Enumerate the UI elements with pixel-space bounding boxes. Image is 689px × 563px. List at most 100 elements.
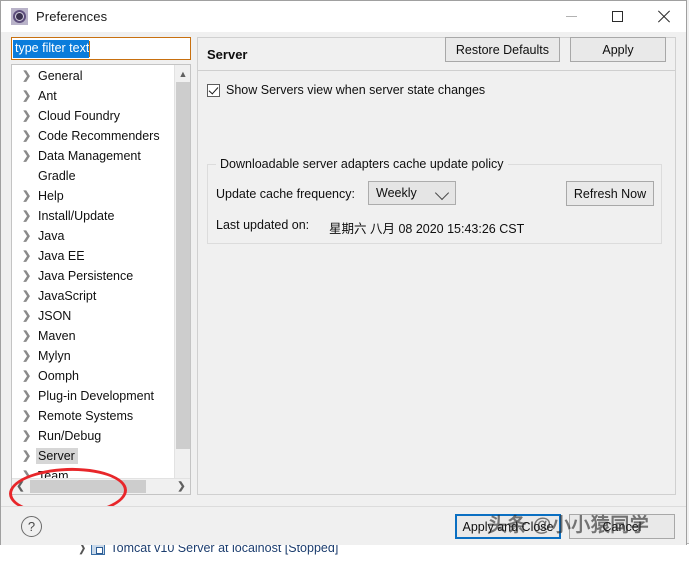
sidebar-item-label: General	[38, 69, 83, 83]
chevron-down-icon	[434, 185, 450, 201]
sidebar-item-label: Gradle	[38, 169, 76, 183]
chevron-right-icon[interactable]: ❯	[22, 350, 36, 362]
chevron-right-icon[interactable]: ❯	[22, 250, 36, 262]
sidebar-item-label: Maven	[38, 329, 76, 343]
sidebar-item-javascript[interactable]: ❯ JavaScript	[12, 286, 174, 306]
chevron-right-icon[interactable]: ❯	[22, 90, 36, 102]
apply-and-close-button[interactable]: Apply and Close	[455, 514, 561, 539]
chevron-right-icon[interactable]: ❯	[22, 190, 36, 202]
chevron-right-icon[interactable]: ❯	[22, 390, 36, 402]
update-cache-frequency-select[interactable]: Weekly	[368, 181, 456, 205]
sidebar-item-java-persistence[interactable]: ❯ Java Persistence	[12, 266, 174, 286]
cancel-button[interactable]: Cancel	[569, 514, 675, 539]
window-controls	[548, 1, 686, 32]
show-servers-view-checkbox-row[interactable]: Show Servers view when server state chan…	[207, 83, 485, 97]
close-icon	[657, 10, 670, 23]
update-cache-frequency-label: Update cache frequency:	[216, 187, 355, 201]
sidebar-item-help[interactable]: ❯ Help	[12, 186, 174, 206]
last-updated-label: Last updated on:	[216, 218, 310, 232]
sidebar-item-json[interactable]: ❯ JSON	[12, 306, 174, 326]
sidebar-item-label: Plug-in Development	[38, 389, 155, 403]
preferences-gear-icon	[11, 8, 28, 25]
minimize-button[interactable]	[548, 1, 594, 32]
scroll-right-icon[interactable]: ❯	[173, 479, 190, 494]
sidebar-item-general[interactable]: ❯ General	[12, 66, 174, 86]
page-title: Server	[207, 46, 248, 62]
sidebar-item-data-management[interactable]: ❯ Data Management	[12, 146, 174, 166]
sidebar-item-label: Help	[38, 189, 64, 203]
sidebar-item-java-ee[interactable]: ❯ Java EE	[12, 246, 174, 266]
preferences-dialog: Preferences type filter text ❯ General ❯…	[0, 0, 687, 545]
sidebar-item-label: Ant	[38, 89, 57, 103]
text-caret	[89, 40, 91, 57]
chevron-right-icon[interactable]: ❯	[22, 430, 36, 442]
scrollbar-thumb[interactable]	[176, 82, 190, 449]
chevron-right-icon[interactable]: ❯	[22, 410, 36, 422]
chevron-right-icon[interactable]: ❯	[22, 450, 36, 462]
sidebar-item-install-update[interactable]: ❯ Install/Update	[12, 206, 174, 226]
sidebar-item-cloud-foundry[interactable]: ❯ Cloud Foundry	[12, 106, 174, 126]
chevron-right-icon[interactable]: ❯	[22, 210, 36, 222]
sidebar-item-label: Java	[38, 229, 65, 243]
chevron-right-icon[interactable]: ❯	[22, 270, 36, 282]
sidebar-item-label: Oomph	[38, 369, 79, 383]
sidebar-item-maven[interactable]: ❯ Maven	[12, 326, 174, 346]
dialog-body: type filter text ❯ General ❯ Ant ❯ Cloud	[1, 32, 686, 519]
filter-input-value: type filter text	[13, 39, 90, 58]
sidebar-item-server[interactable]: ❯ Server	[12, 446, 174, 466]
last-updated-value: 星期六 八月 08 2020 15:43:26 CST	[329, 222, 525, 236]
title-bar: Preferences	[1, 1, 686, 32]
chevron-right-icon[interactable]: ❯	[22, 110, 36, 122]
sidebar-item-remote-systems[interactable]: ❯ Remote Systems	[12, 406, 174, 426]
scroll-up-icon[interactable]: ▲	[175, 65, 190, 82]
chevron-right-icon[interactable]: ❯	[22, 290, 36, 302]
help-icon[interactable]: ?	[21, 516, 42, 537]
tree-horizontal-scrollbar[interactable]: ❮ ❯	[12, 478, 190, 494]
sidebar-item-gradle[interactable]: Gradle	[12, 166, 174, 186]
sidebar-item-code-recommenders[interactable]: ❯ Code Recommenders	[12, 126, 174, 146]
sidebar-item-plug-in-development[interactable]: ❯ Plug-in Development	[12, 386, 174, 406]
chevron-right-icon[interactable]: ❯	[22, 130, 36, 142]
sidebar-item-ant[interactable]: ❯ Ant	[12, 86, 174, 106]
show-servers-view-label: Show Servers view when server state chan…	[226, 83, 486, 97]
sidebar-item-mylyn[interactable]: ❯ Mylyn	[12, 346, 174, 366]
chevron-right-icon[interactable]: ❯	[22, 150, 36, 162]
sidebar-item-run-debug[interactable]: ❯ Run/Debug	[12, 426, 174, 446]
chevron-right-icon[interactable]: ❯	[22, 70, 36, 82]
cache-update-policy-group: Downloadable server adapters cache updat…	[207, 157, 662, 244]
background-servers-view-row[interactable]: ❯ Tomcat v10 Server at localhost [Stoppe…	[0, 543, 689, 563]
preference-page-pane: Server Show Servers view when server sta…	[197, 37, 676, 495]
sidebar-item-label: Java EE	[38, 249, 85, 263]
window-title: Preferences	[36, 9, 108, 24]
tree-vertical-scrollbar[interactable]: ▲ ▼	[174, 65, 190, 494]
sidebar-item-label: Cloud Foundry	[38, 109, 120, 123]
chevron-right-icon[interactable]: ❯	[22, 230, 36, 242]
filter-input[interactable]: type filter text	[11, 37, 191, 60]
scrollbar-thumb-horizontal[interactable]	[30, 480, 146, 493]
chevron-right-icon[interactable]: ❯	[22, 370, 36, 382]
sidebar-item-label: Code Recommenders	[38, 129, 160, 143]
preferences-tree[interactable]: ❯ General ❯ Ant ❯ Cloud Foundry ❯ Code R…	[11, 64, 191, 495]
maximize-icon	[611, 11, 623, 22]
chevron-right-icon[interactable]: ❯	[22, 330, 36, 342]
sidebar-item-java[interactable]: ❯ Java	[12, 226, 174, 246]
close-button[interactable]	[640, 1, 686, 32]
footer-buttons: Apply and Close Cancel	[455, 514, 675, 539]
maximize-button[interactable]	[594, 1, 640, 32]
dialog-footer: ? Apply and Close Cancel	[1, 506, 686, 545]
sidebar-item-label: Java Persistence	[38, 269, 134, 283]
sidebar-item-label: Data Management	[38, 149, 141, 163]
restore-defaults-button[interactable]: Restore Defaults	[444, 37, 560, 62]
sidebar-item-oomph[interactable]: ❯ Oomph	[12, 366, 174, 386]
sidebar-item-label: Remote Systems	[38, 409, 134, 423]
show-servers-view-checkbox[interactable]	[207, 83, 220, 97]
sidebar-item-label: JavaScript	[38, 289, 97, 303]
preferences-tree-pane: type filter text ❯ General ❯ Ant ❯ Cloud	[11, 37, 191, 495]
chevron-right-icon[interactable]: ❯	[22, 310, 36, 322]
sidebar-item-label: Install/Update	[38, 209, 115, 223]
update-cache-frequency-value: Weekly	[376, 186, 417, 200]
refresh-now-button[interactable]: Refresh Now	[566, 181, 654, 206]
scroll-left-icon[interactable]: ❮	[12, 479, 29, 494]
sidebar-item-label: JSON	[38, 309, 72, 323]
apply-button[interactable]: Apply	[570, 37, 666, 62]
